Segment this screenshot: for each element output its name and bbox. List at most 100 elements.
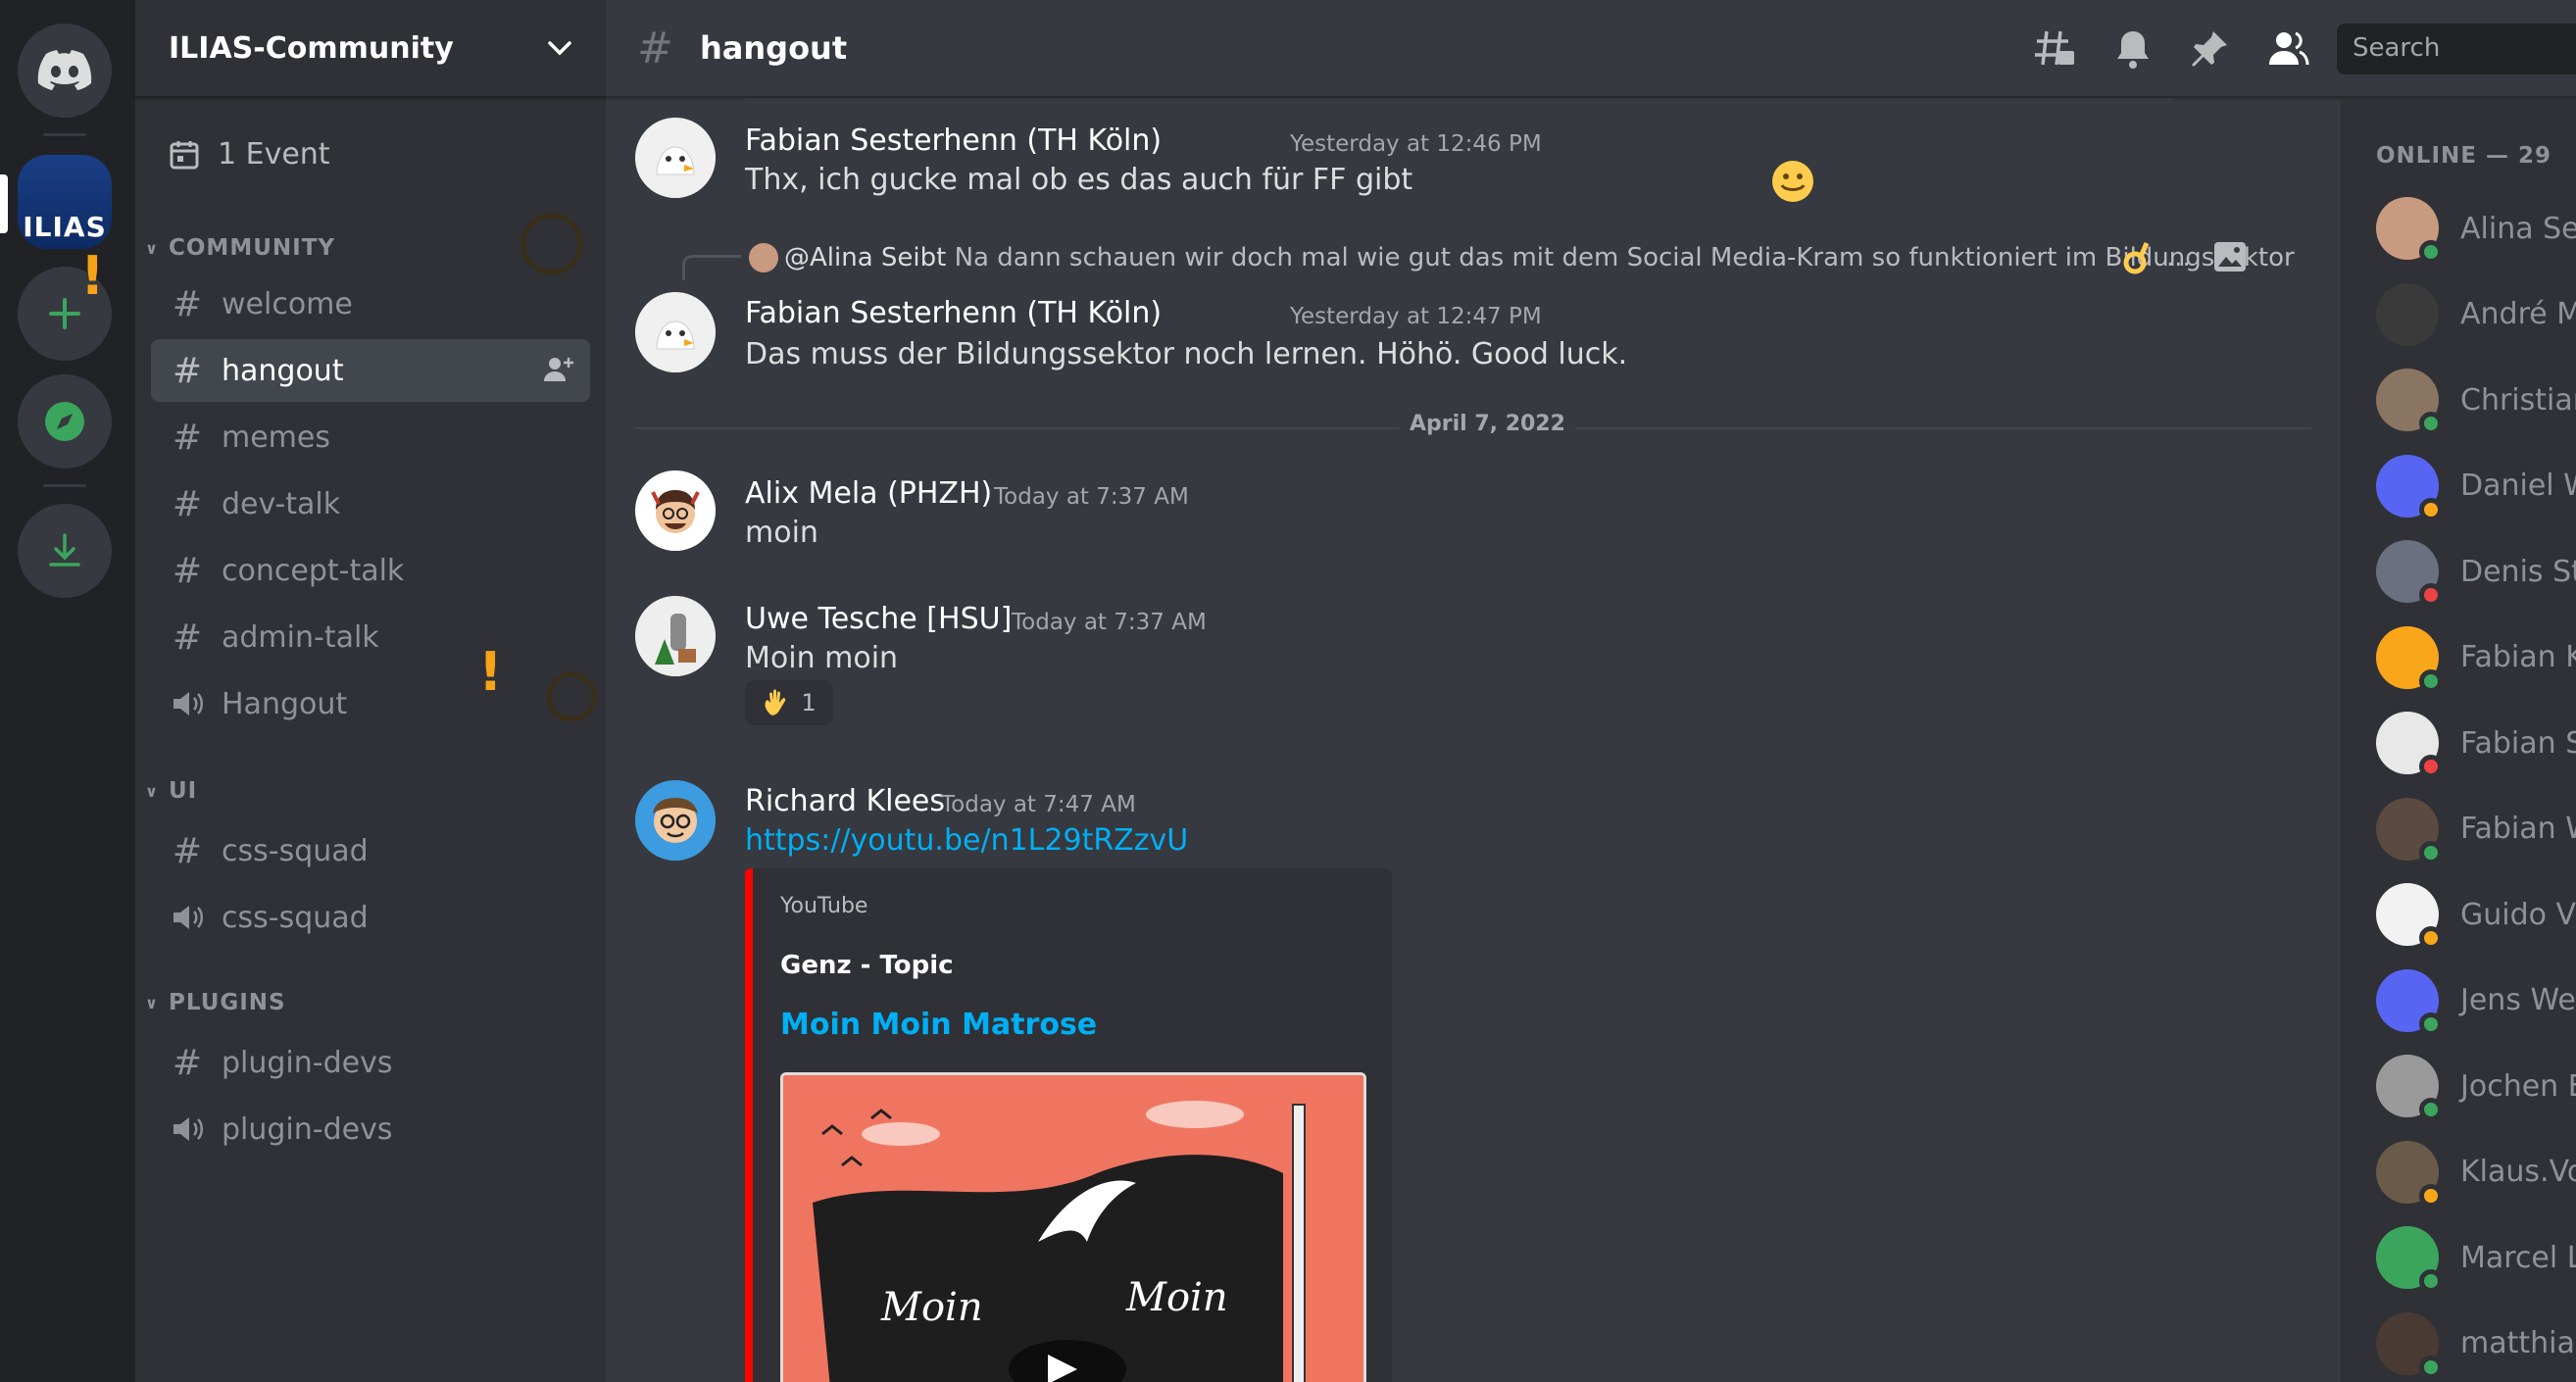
text-channel-icon: #: [172, 417, 203, 458]
plus-icon: [49, 298, 80, 329]
voice-channel-plugin-devs[interactable]: plugin-devs: [151, 1098, 590, 1160]
member-item[interactable]: Christian: [2376, 366, 2576, 435]
channel-dev-talk[interactable]: # dev-talk: [151, 472, 590, 535]
message-timestamp: Yesterday at 12:47 PM: [1290, 304, 1542, 329]
category-chevron-icon: ∨: [145, 781, 159, 801]
channel-css-squad[interactable]: # css-squad: [151, 819, 590, 882]
server-ilias-icon[interactable]: ILIAS: [18, 155, 112, 249]
channel-concept-talk[interactable]: # concept-talk: [151, 539, 590, 602]
threads-icon[interactable]: [2033, 27, 2076, 71]
member-list-icon[interactable]: [2266, 27, 2309, 71]
smile-emoji-icon: [1772, 161, 1813, 202]
avatar[interactable]: [635, 118, 716, 198]
member-item[interactable]: Klaus.Vo: [2376, 1138, 2576, 1208]
status-online-icon: [2419, 1355, 2443, 1379]
member-item[interactable]: Jochen E: [2376, 1052, 2576, 1121]
status-online-icon: [2419, 1012, 2443, 1036]
avatar[interactable]: [635, 596, 716, 676]
message-author[interactable]: Uwe Tesche [HSU]: [745, 602, 1012, 636]
member-item[interactable]: Fabian W: [2376, 795, 2576, 864]
discord-logo-icon: [37, 50, 92, 90]
unread-ring: [547, 672, 596, 721]
message-author[interactable]: Richard Klees: [745, 784, 945, 818]
reply-preview[interactable]: @Alina Seibt Na dann schauen wir doch ma…: [784, 243, 2295, 272]
category-community[interactable]: ∨ COMMUNITY: [145, 235, 335, 261]
events-button[interactable]: 1 Event: [169, 137, 330, 172]
avatar-icon: [635, 780, 716, 861]
message-link[interactable]: https://youtu.be/n1L29tRZzvU: [745, 823, 1188, 858]
video-thumbnail[interactable]: Moin Moin: [780, 1072, 1366, 1382]
search-input[interactable]: Search: [2337, 24, 2576, 74]
channel-hangout[interactable]: # hangout: [151, 339, 590, 402]
download-apps-button[interactable]: [18, 504, 112, 598]
channel-label: plugin-devs: [222, 1045, 393, 1080]
member-avatar: [2376, 797, 2443, 864]
invite-member-icon[interactable]: [543, 355, 574, 384]
unread-ring: [521, 214, 582, 274]
member-item[interactable]: Marcel L: [2376, 1223, 2576, 1293]
channel-welcome[interactable]: # welcome: [151, 272, 590, 335]
selected-server-pill: [0, 174, 8, 233]
voice-channel-css-squad[interactable]: css-squad: [151, 886, 590, 949]
member-avatar: [2376, 712, 2443, 778]
message-author[interactable]: Fabian Sesterhenn (TH Köln): [745, 296, 1162, 330]
avatar-icon: [635, 470, 716, 551]
server-name: ILIAS-Community: [169, 30, 454, 66]
avatar[interactable]: [635, 780, 716, 861]
category-label: UI: [169, 778, 198, 804]
message-text: moin: [745, 516, 818, 550]
member-item[interactable]: Denis St: [2376, 537, 2576, 607]
member-name: Fabian W: [2460, 812, 2576, 846]
embed-author[interactable]: Genz - Topic: [780, 951, 954, 980]
member-item[interactable]: matthias: [2376, 1309, 2576, 1379]
embed-title-link[interactable]: Moin Moin Matrose: [780, 1008, 1097, 1042]
member-item[interactable]: Daniel W: [2376, 452, 2576, 521]
avatar[interactable]: [635, 292, 716, 372]
member-name: Fabian K: [2460, 640, 2576, 674]
member-avatar: [2376, 1140, 2443, 1208]
status-idle-icon: [2419, 926, 2443, 950]
member-item[interactable]: Guido V: [2376, 880, 2576, 950]
message-text: Moin moin: [745, 641, 899, 675]
channel-label: css-squad: [222, 900, 369, 935]
youtube-embed: YouTube Genz - Topic Moin Moin Matrose M…: [745, 868, 1392, 1382]
server-header[interactable]: ILIAS-Community: [135, 0, 606, 98]
channel-label: hangout: [222, 353, 344, 388]
status-online-icon: [2419, 840, 2443, 864]
message-list: Fabian Sesterhenn (TH Köln) Yesterday at…: [606, 98, 2311, 1382]
message-author[interactable]: Alix Mela (PHZH): [745, 476, 992, 511]
compass-icon: [45, 402, 84, 441]
thumbnail-word-1: Moin: [880, 1285, 983, 1330]
status-online-icon: [2419, 240, 2443, 264]
member-avatar: [2376, 369, 2443, 435]
category-ui[interactable]: ∨ UI: [145, 778, 197, 804]
voice-channel-hangout[interactable]: Hangout: [151, 672, 590, 735]
channel-label: Hangout: [222, 686, 348, 721]
channel-plugin-devs[interactable]: # plugin-devs: [151, 1031, 590, 1094]
member-name: Marcel L: [2460, 1240, 2576, 1275]
member-item[interactable]: Fabian K: [2376, 623, 2576, 693]
channel-sidebar: ILIAS-Community 1 Event ∨ COMMUNITY # we…: [135, 0, 606, 1382]
channel-memes[interactable]: # memes: [151, 406, 590, 469]
notification-bell-icon[interactable]: [2111, 27, 2155, 71]
member-item[interactable]: André M: [2376, 280, 2576, 349]
member-item[interactable]: Fabian S: [2376, 709, 2576, 778]
member-item[interactable]: Alina Sei: [2376, 194, 2576, 264]
member-item[interactable]: Jens We: [2376, 966, 2576, 1036]
member-avatar: [2376, 282, 2439, 346]
avatar[interactable]: [635, 470, 716, 551]
explore-servers-button[interactable]: [18, 374, 112, 469]
embed-provider[interactable]: YouTube: [780, 894, 867, 918]
channel-admin-talk[interactable]: # admin-talk: [151, 606, 590, 668]
category-plugins[interactable]: ∨ PLUGINS: [145, 990, 286, 1015]
avatar-icon: [635, 292, 716, 372]
reaction-button[interactable]: 1: [745, 680, 833, 725]
status-dnd-icon: [2419, 583, 2443, 607]
discord-home-button[interactable]: [18, 24, 112, 118]
message-timestamp: Today at 7:47 AM: [941, 792, 1136, 817]
text-channel-icon: #: [172, 1042, 203, 1083]
message-author[interactable]: Fabian Sesterhenn (TH Köln): [745, 123, 1162, 158]
pin-icon[interactable]: [2188, 27, 2231, 71]
member-list-header: ONLINE — 29: [2376, 143, 2551, 169]
truncated-reply-preview: [743, 98, 2174, 104]
